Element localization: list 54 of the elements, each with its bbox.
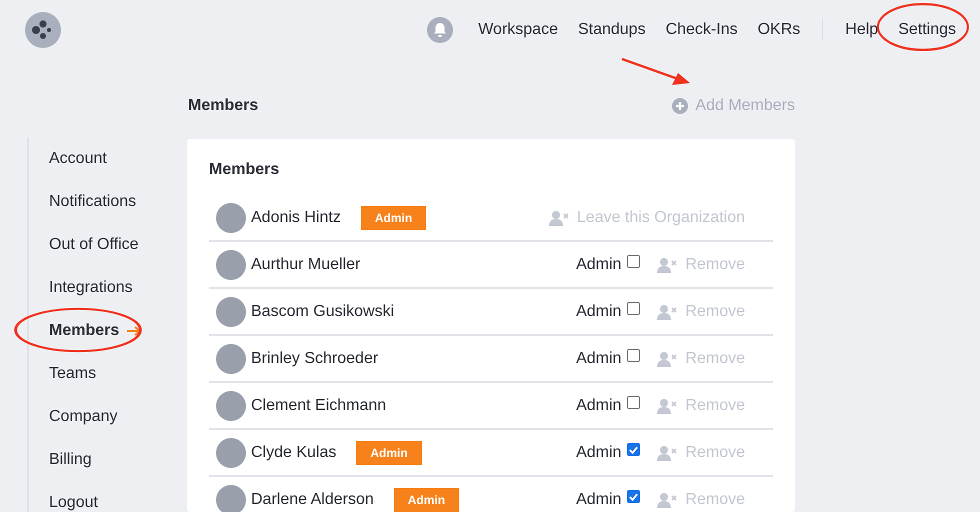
remove-user-icon xyxy=(657,350,678,366)
admin-checkbox[interactable] xyxy=(627,396,640,409)
admin-checkbox[interactable] xyxy=(627,255,640,268)
card-title: Members xyxy=(209,161,280,179)
admin-checkbox[interactable] xyxy=(627,490,640,503)
remove-user-icon xyxy=(657,444,678,460)
page-title: Members xyxy=(188,97,258,115)
member-name: Bascom Gusikowski xyxy=(251,302,394,320)
member-name: Aurthur Mueller xyxy=(251,256,360,274)
avatar-placeholder xyxy=(216,438,246,468)
member-name: Clement Eichmann xyxy=(251,396,386,414)
avatar-placeholder xyxy=(216,344,246,374)
remove-user-icon xyxy=(548,210,569,226)
sidebar-item[interactable]: Integrations xyxy=(49,278,133,296)
avatar-placeholder xyxy=(216,250,246,280)
nav-link[interactable]: OKRs xyxy=(758,21,800,38)
sidebar-item[interactable]: Billing xyxy=(49,450,92,468)
avatar-placeholder xyxy=(216,390,246,420)
admin-label: Admin xyxy=(576,444,622,462)
avatar-placeholder xyxy=(216,484,246,512)
nav-link[interactable]: Help xyxy=(845,21,878,38)
admin-label: Admin xyxy=(576,302,622,320)
admin-label: Admin xyxy=(576,350,622,368)
admin-label: Admin xyxy=(576,256,622,274)
nav-link[interactable]: Standups xyxy=(578,21,646,38)
nav-link[interactable]: Workspace xyxy=(478,21,558,38)
sidebar-item[interactable]: Teams xyxy=(49,364,96,382)
sidebar-item[interactable]: Out of Office xyxy=(49,236,139,254)
member-name: Clyde Kulas xyxy=(251,444,336,462)
sidebar-item[interactable]: Account xyxy=(49,150,107,168)
sidebar-item[interactable]: Company xyxy=(49,408,118,426)
remove-user-icon xyxy=(657,492,678,508)
admin-checkbox[interactable] xyxy=(627,349,640,362)
nav-link[interactable]: Check-Ins xyxy=(666,21,738,38)
admin-label: Admin xyxy=(576,490,622,508)
remove-user-icon xyxy=(657,398,678,414)
admin-badge: Admin xyxy=(394,488,460,512)
sidebar-item[interactable]: Logout xyxy=(49,494,98,512)
admin-badge: Admin xyxy=(356,440,422,464)
admin-badge: Admin xyxy=(360,206,426,230)
avatar-placeholder xyxy=(216,202,246,232)
remove-user-icon xyxy=(657,304,678,320)
avatar-placeholder xyxy=(216,296,246,326)
admin-label: Admin xyxy=(576,396,622,414)
member-name: Brinley Schroeder xyxy=(251,350,378,368)
admin-checkbox[interactable] xyxy=(627,302,640,315)
logo-icon[interactable] xyxy=(25,12,61,48)
member-name: Adonis Hintz xyxy=(251,208,341,226)
plus-icon xyxy=(672,98,688,114)
member-name: Darlene Alderson xyxy=(251,490,374,508)
admin-checkbox[interactable] xyxy=(627,443,640,456)
arrow-icon xyxy=(127,324,142,336)
sidebar-item[interactable]: Notifications xyxy=(49,192,136,210)
remove-user-icon xyxy=(657,256,678,272)
